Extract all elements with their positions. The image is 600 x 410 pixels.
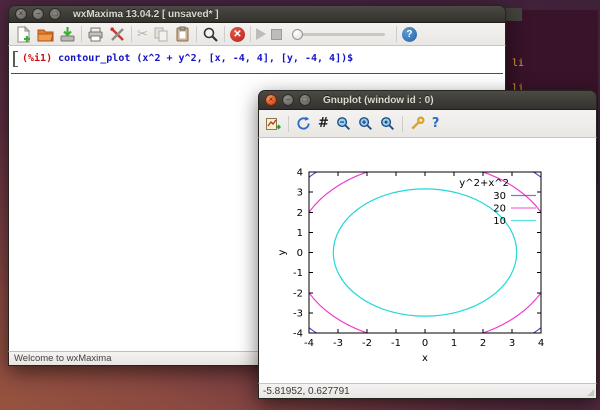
cell-bracket[interactable] [13, 51, 18, 67]
toolbar-separator [250, 26, 251, 42]
zoom-icon [380, 116, 395, 131]
open-folder-icon [37, 26, 54, 43]
svg-text:3: 3 [509, 338, 515, 349]
help-icon[interactable]: ? [402, 27, 417, 42]
status-text: Welcome to wxMaxima [14, 353, 112, 364]
svg-text:y^2+x^2: y^2+x^2 [459, 178, 509, 189]
svg-text:-3: -3 [293, 308, 303, 319]
animation-slider[interactable] [293, 33, 385, 36]
svg-text:4: 4 [538, 338, 544, 349]
input-cell[interactable]: (%i1) contour_plot (x^2 + y^2, [x, -4, 4… [9, 46, 505, 67]
open-button[interactable] [37, 26, 54, 43]
play-button[interactable] [256, 28, 266, 40]
close-button[interactable]: × [15, 8, 27, 20]
svg-text:2: 2 [480, 338, 486, 349]
replot-icon [296, 116, 311, 131]
toolbar-separator [81, 26, 82, 42]
svg-text:3: 3 [297, 188, 303, 199]
help-icon[interactable]: ? [432, 116, 440, 131]
toolbar-separator [131, 26, 132, 42]
copy-icon [153, 26, 169, 42]
window-title: wxMaxima 13.04.2 [ unsaved* ] [73, 9, 219, 20]
zoom-button[interactable] [380, 116, 395, 131]
svg-text:1: 1 [451, 338, 457, 349]
gnuplot-plot-canvas[interactable]: -4 -3 -2 -1 0 1 2 3 4 -4 -3 -2 -1 0 1 2 3 4 x y y^2+x^2 30 201… [258, 138, 597, 383]
wxmaxima-toolbar: ✂ ✕ ? [8, 23, 506, 46]
wxmaxima-titlebar[interactable]: × − □ wxMaxima 13.04.2 [ unsaved* ] [8, 5, 506, 23]
configure-button[interactable] [109, 26, 126, 43]
svg-text:1: 1 [297, 228, 303, 239]
grid-toggle-icon[interactable]: # [318, 116, 329, 131]
gnuplot-titlebar[interactable]: × − □ Gnuplot (window id : 0) [258, 90, 597, 110]
zoom-next-icon [358, 116, 373, 131]
toolbar-separator [224, 26, 225, 42]
stop-button[interactable] [271, 29, 282, 40]
gnuplot-statusbar: -5.81952, 0.627791 ◢ [258, 383, 597, 399]
copy-plot-icon [265, 116, 281, 132]
save-icon [59, 26, 76, 43]
wrench-icon [410, 116, 425, 131]
gnuplot-toolbar: # ? [258, 110, 597, 138]
contour-plot[interactable]: -4 -3 -2 -1 0 1 2 3 4 -4 -3 -2 -1 0 1 2 3 4 x y y^2+x^2 30 201… [259, 138, 598, 383]
copy-plot-button[interactable] [265, 116, 281, 132]
search-icon [202, 26, 219, 43]
toolbar-separator [396, 26, 397, 42]
svg-text:-2: -2 [293, 288, 303, 299]
zoom-previous-icon [336, 116, 351, 131]
interrupt-icon[interactable]: ✕ [230, 27, 245, 42]
horizontal-cell-cursor[interactable] [11, 73, 503, 74]
close-button[interactable]: × [265, 94, 277, 106]
svg-text:0: 0 [422, 338, 428, 349]
window-title: Gnuplot (window id : 0) [323, 95, 434, 106]
find-button[interactable] [202, 26, 219, 43]
svg-text:-3: -3 [333, 338, 343, 349]
minimize-button[interactable]: − [32, 8, 44, 20]
paste-icon [174, 26, 191, 43]
svg-text:-1: -1 [293, 268, 303, 279]
print-button[interactable] [87, 26, 104, 43]
zoom-previous-button[interactable] [336, 116, 351, 131]
stop-icon [271, 29, 282, 40]
svg-text:-1: -1 [391, 338, 401, 349]
maximize-button[interactable]: □ [49, 8, 61, 20]
print-icon [87, 26, 104, 43]
new-document-button[interactable] [15, 26, 32, 43]
cursor-coordinates: -5.81952, 0.627791 [263, 386, 350, 397]
svg-text:0: 0 [297, 248, 303, 259]
replot-button[interactable] [296, 116, 311, 131]
svg-text:-2: -2 [362, 338, 372, 349]
toolbar-separator [402, 116, 403, 132]
configure-button[interactable] [410, 116, 425, 131]
svg-text:10: 10 [493, 216, 506, 227]
copy-button[interactable] [153, 26, 169, 42]
save-button[interactable] [59, 26, 76, 43]
cell-code[interactable]: (%i1) contour_plot (x^2 + y^2, [x, -4, 4… [22, 51, 353, 66]
minimize-button[interactable]: − [282, 94, 294, 106]
resize-grip[interactable]: ◢ [587, 387, 594, 398]
configure-icon [109, 26, 126, 43]
svg-text:x: x [422, 353, 428, 364]
svg-text:2: 2 [297, 208, 303, 219]
svg-text:-4: -4 [293, 329, 303, 340]
svg-text:-4: -4 [304, 338, 314, 349]
cut-icon[interactable]: ✂ [137, 27, 148, 42]
new-document-icon [15, 26, 32, 43]
zoom-next-button[interactable] [358, 116, 373, 131]
terminal-line: li [506, 58, 598, 69]
toolbar-separator [196, 26, 197, 42]
input-prompt: (%i1) [22, 53, 58, 64]
svg-text:30: 30 [493, 191, 506, 202]
gnuplot-window[interactable]: × − □ Gnuplot (window id : 0) # [258, 90, 597, 399]
svg-text:4: 4 [297, 168, 303, 179]
play-icon [256, 28, 266, 40]
svg-text:20: 20 [493, 204, 506, 215]
maximize-button[interactable]: □ [299, 94, 311, 106]
toolbar-separator [288, 116, 289, 132]
input-command: contour_plot (x^2 + y^2, [x, -4, 4], [y,… [58, 53, 353, 64]
paste-button[interactable] [174, 26, 191, 43]
svg-text:y: y [277, 249, 288, 255]
slider-handle[interactable] [292, 29, 303, 40]
